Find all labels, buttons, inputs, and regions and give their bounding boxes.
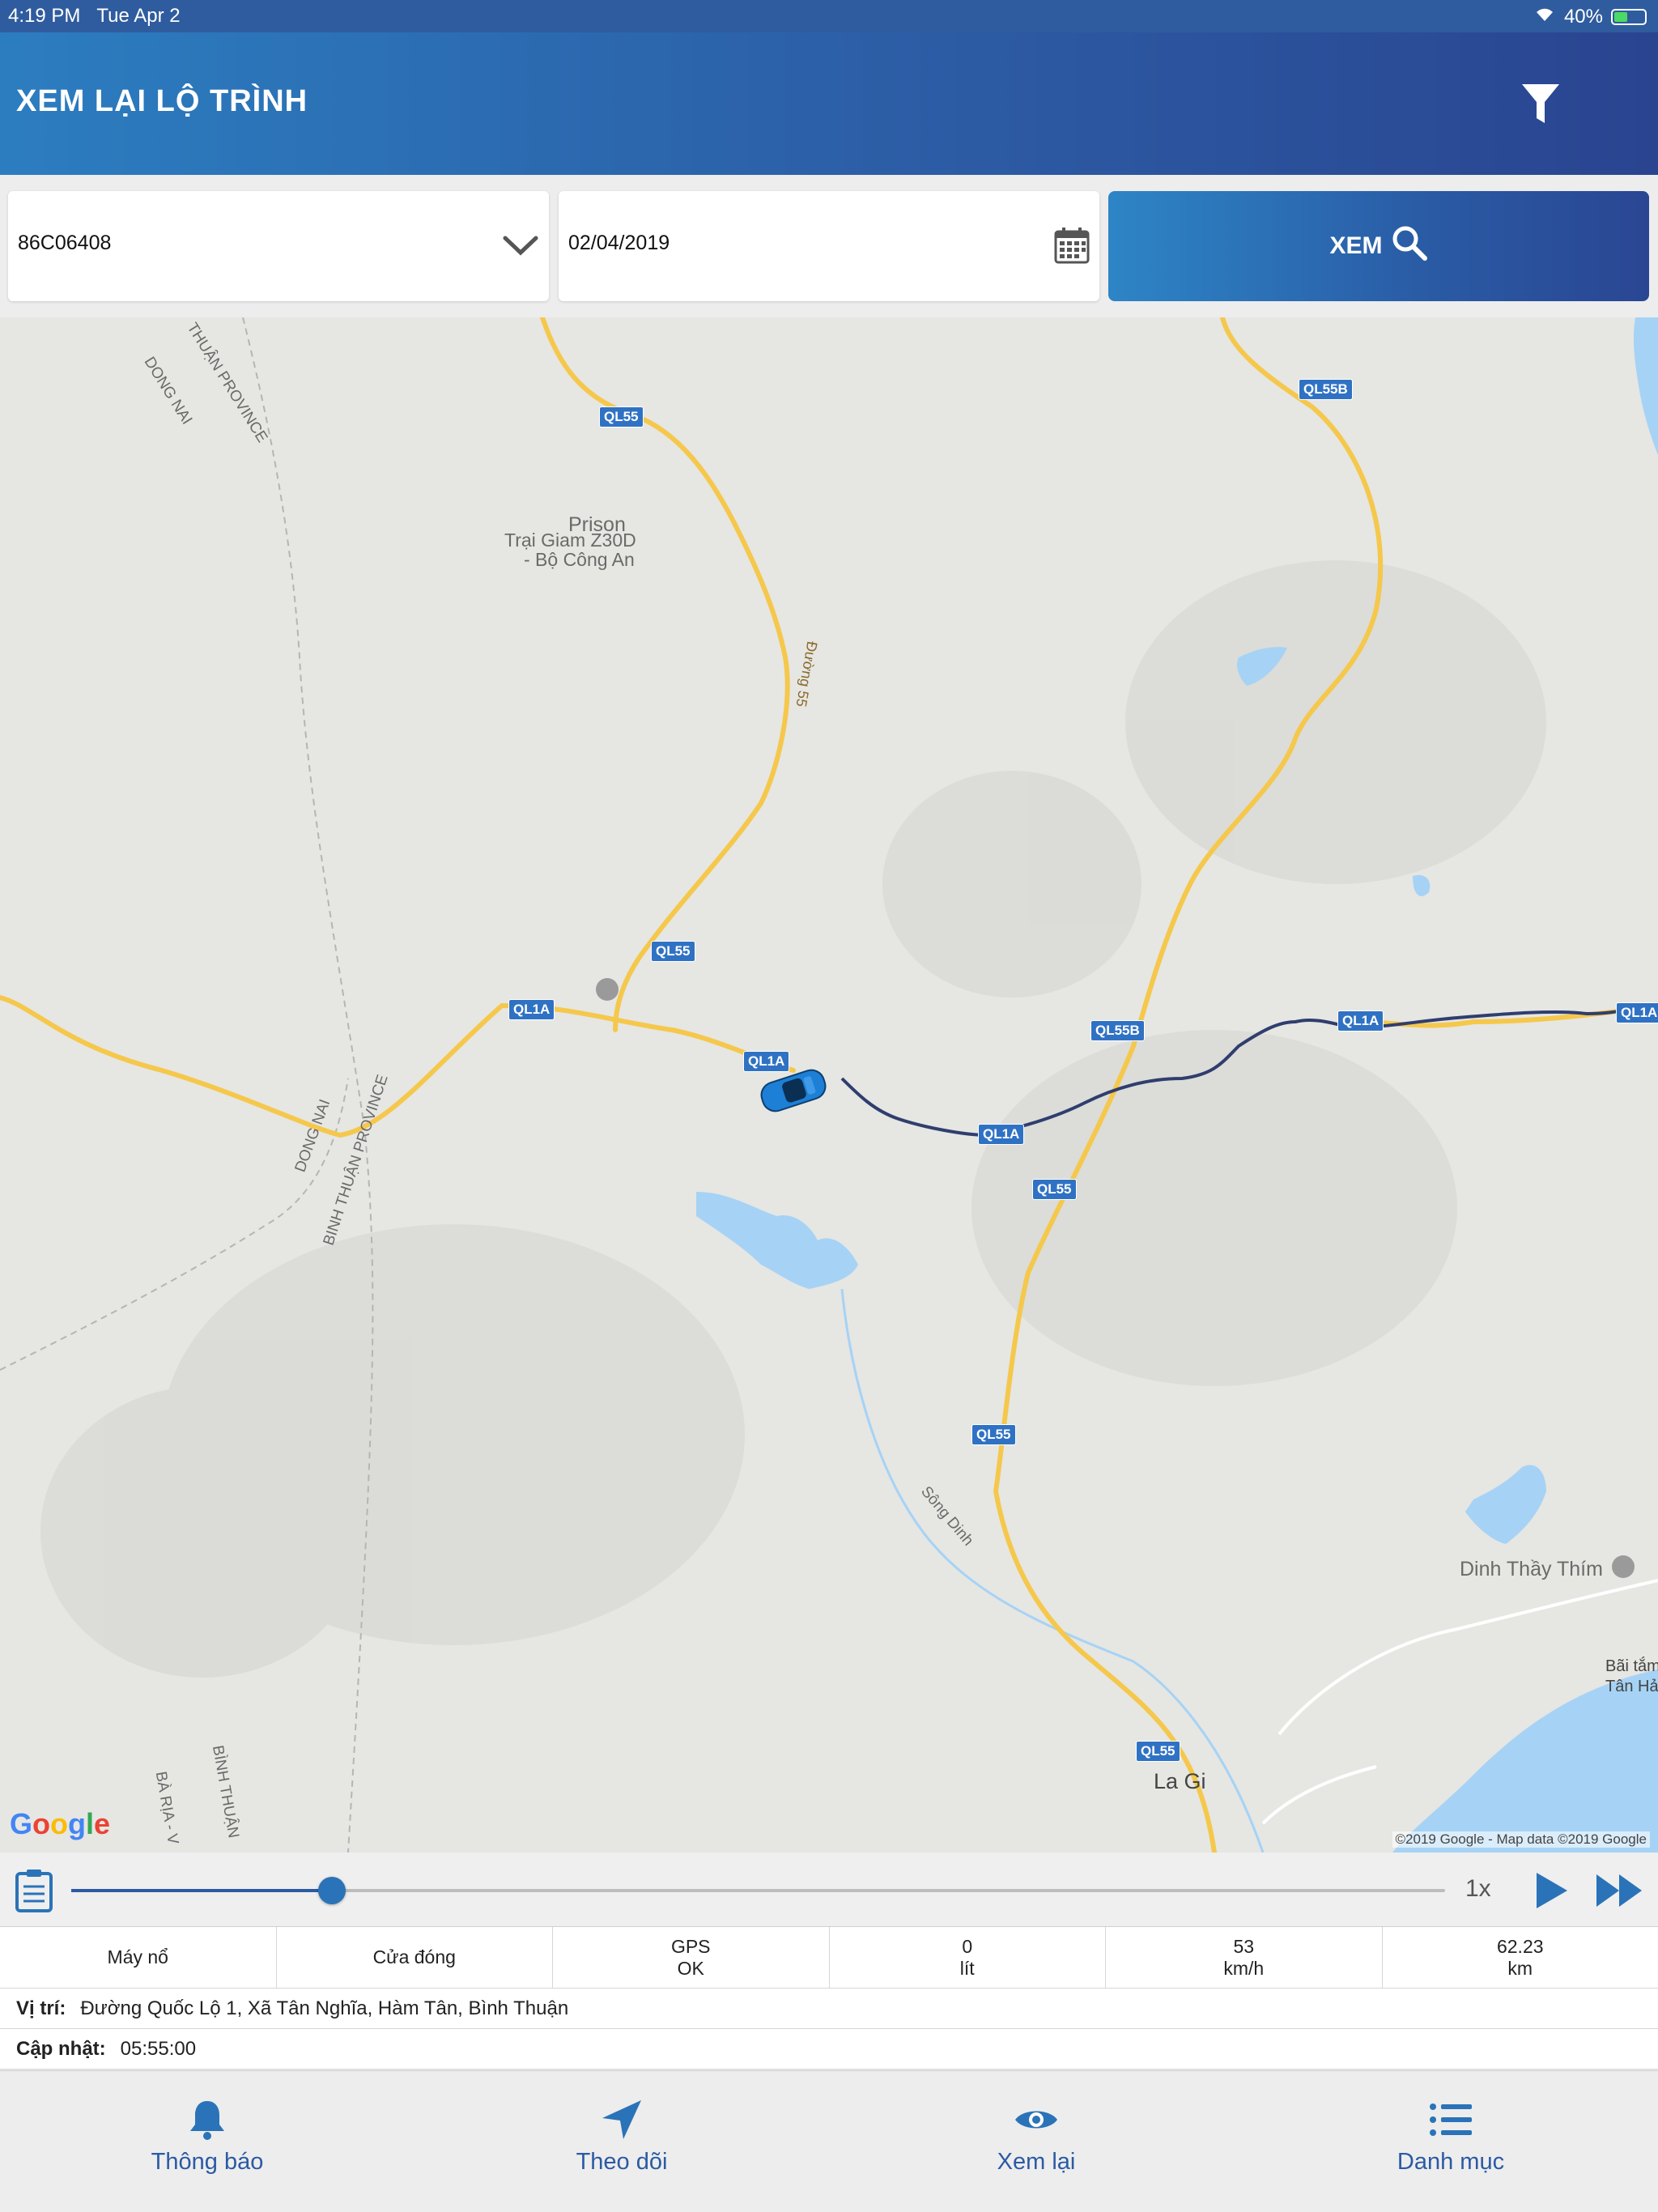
door-status: Cửa đóng — [277, 1927, 553, 1988]
date-value: 02/04/2019 — [568, 232, 670, 254]
bell-icon — [185, 2099, 230, 2141]
filter-bar: 86C06408 02/04/2019 XEM — [0, 175, 1658, 317]
distance-status: 62.23 km — [1496, 1935, 1544, 1979]
road-shield: QL1A — [978, 1124, 1025, 1145]
vehicle-stats: Máy nổ Cửa đóng GPS OK 0 lít 53 km/h 62.23 k… — [0, 1927, 1658, 1989]
tab-notifications[interactable]: Thông báo — [0, 2071, 414, 2212]
map-canvas — [0, 317, 1658, 1853]
status-right: 40% — [1533, 5, 1647, 28]
road-shield: QL1A — [1616, 1002, 1658, 1023]
tab-bar: Thông báo Theo dõi Xem lại Danh mục — [0, 2070, 1658, 2212]
road-shield: QL55 — [971, 1424, 1016, 1445]
google-logo: Google — [10, 1807, 111, 1840]
location-row: Vị trí: Đường Quốc Lộ 1, Xã Tân Nghĩa, H… — [0, 1989, 1658, 2029]
page-title: XEM LẠI LỘ TRÌNH — [16, 84, 308, 118]
road-shield: QL55 — [1136, 1741, 1180, 1762]
road-shield: QL1A — [1337, 1010, 1384, 1032]
speed-status: 53 km/h — [1106, 1927, 1383, 1988]
chevron-down-icon[interactable] — [500, 225, 541, 266]
road-shield: QL1A — [508, 999, 555, 1020]
map-label-la-gi: La Gi — [1154, 1769, 1206, 1793]
playback-bar: 1x — [0, 1853, 1658, 1927]
list-icon — [1428, 2099, 1473, 2141]
engine-status: Máy nổ — [0, 1927, 277, 1988]
vehicle-select[interactable]: 86C06408 — [8, 191, 549, 301]
tab-notifications-label: Thông báo — [151, 2149, 264, 2175]
gps-status: GPS OK — [553, 1927, 830, 1988]
view-button[interactable]: XEM — [1108, 191, 1649, 301]
map-attribution[interactable]: ©2019 Google - Map data ©2019 Google — [1392, 1831, 1650, 1848]
tab-catalog-label: Danh mục — [1397, 2149, 1505, 2175]
wifi-icon — [1533, 5, 1556, 28]
map-label-prison-name-2: - Bộ Công An — [524, 549, 635, 570]
car-icon[interactable] — [758, 1067, 828, 1115]
road-shield: QL55B — [1090, 1020, 1145, 1041]
slider-thumb[interactable] — [318, 1877, 346, 1904]
road-shield: QL55B — [1299, 379, 1353, 400]
tab-review[interactable]: Xem lại — [829, 2071, 1244, 2212]
tab-tracking-label: Theo dõi — [576, 2149, 668, 2175]
status-time: 4:19 PM Tue Apr 2 — [8, 5, 181, 27]
road-shield: QL55 — [1032, 1179, 1077, 1200]
updated-label: Cập nhật: — [16, 2037, 106, 2060]
road-shield: QL55 — [599, 406, 644, 428]
filter-icon[interactable] — [1520, 81, 1561, 126]
road-shield: QL1A — [743, 1051, 790, 1072]
slider-progress — [71, 1889, 333, 1892]
calendar-icon[interactable] — [1054, 227, 1090, 264]
vehicle-value: 86C06408 — [18, 232, 112, 254]
date-field[interactable]: 02/04/2019 — [559, 191, 1099, 301]
playback-slider[interactable] — [71, 1889, 1445, 1892]
battery-icon — [1611, 8, 1647, 25]
updated-value: 05:55:00 — [120, 2037, 197, 2060]
updated-row: Cập nhật: 05:55:00 — [0, 2029, 1658, 2069]
fuel-status: 0 lít — [830, 1927, 1106, 1988]
view-button-label: XEM — [1329, 232, 1383, 259]
eye-icon — [1014, 2099, 1059, 2141]
search-icon — [1391, 224, 1428, 268]
play-icon[interactable] — [1530, 1870, 1571, 1911]
status-bar: 4:19 PM Tue Apr 2 40% — [0, 0, 1658, 32]
map-label-bai-tam-1: Bãi tắm — [1605, 1657, 1658, 1675]
tab-catalog[interactable]: Danh mục — [1244, 2071, 1658, 2212]
tab-review-label: Xem lại — [997, 2149, 1076, 2175]
road-shield: QL55 — [651, 941, 695, 962]
app-header: XEM LẠI LỘ TRÌNH — [0, 32, 1658, 175]
fast-forward-icon[interactable] — [1595, 1872, 1643, 1909]
battery-percent: 40% — [1563, 5, 1603, 28]
navigation-arrow-icon — [599, 2099, 644, 2141]
map-label-prison-name-1: Trại Giam Z30D — [504, 530, 636, 551]
map-label-bai-tam-2: Tân Hả — [1605, 1678, 1658, 1695]
location-label: Vị trí: — [16, 1997, 66, 2019]
location-value: Đường Quốc Lộ 1, Xã Tân Nghĩa, Hàm Tân, … — [80, 1997, 569, 2019]
speed-toggle[interactable]: 1x — [1465, 1875, 1491, 1903]
clipboard-icon[interactable] — [15, 1869, 53, 1912]
map-view[interactable]: Prison Trại Giam Z30D - Bộ Công An Dinh … — [0, 317, 1658, 1853]
map-label-dinh: Dinh Thầy Thím — [1460, 1558, 1603, 1580]
tab-tracking[interactable]: Theo dõi — [414, 2071, 829, 2212]
